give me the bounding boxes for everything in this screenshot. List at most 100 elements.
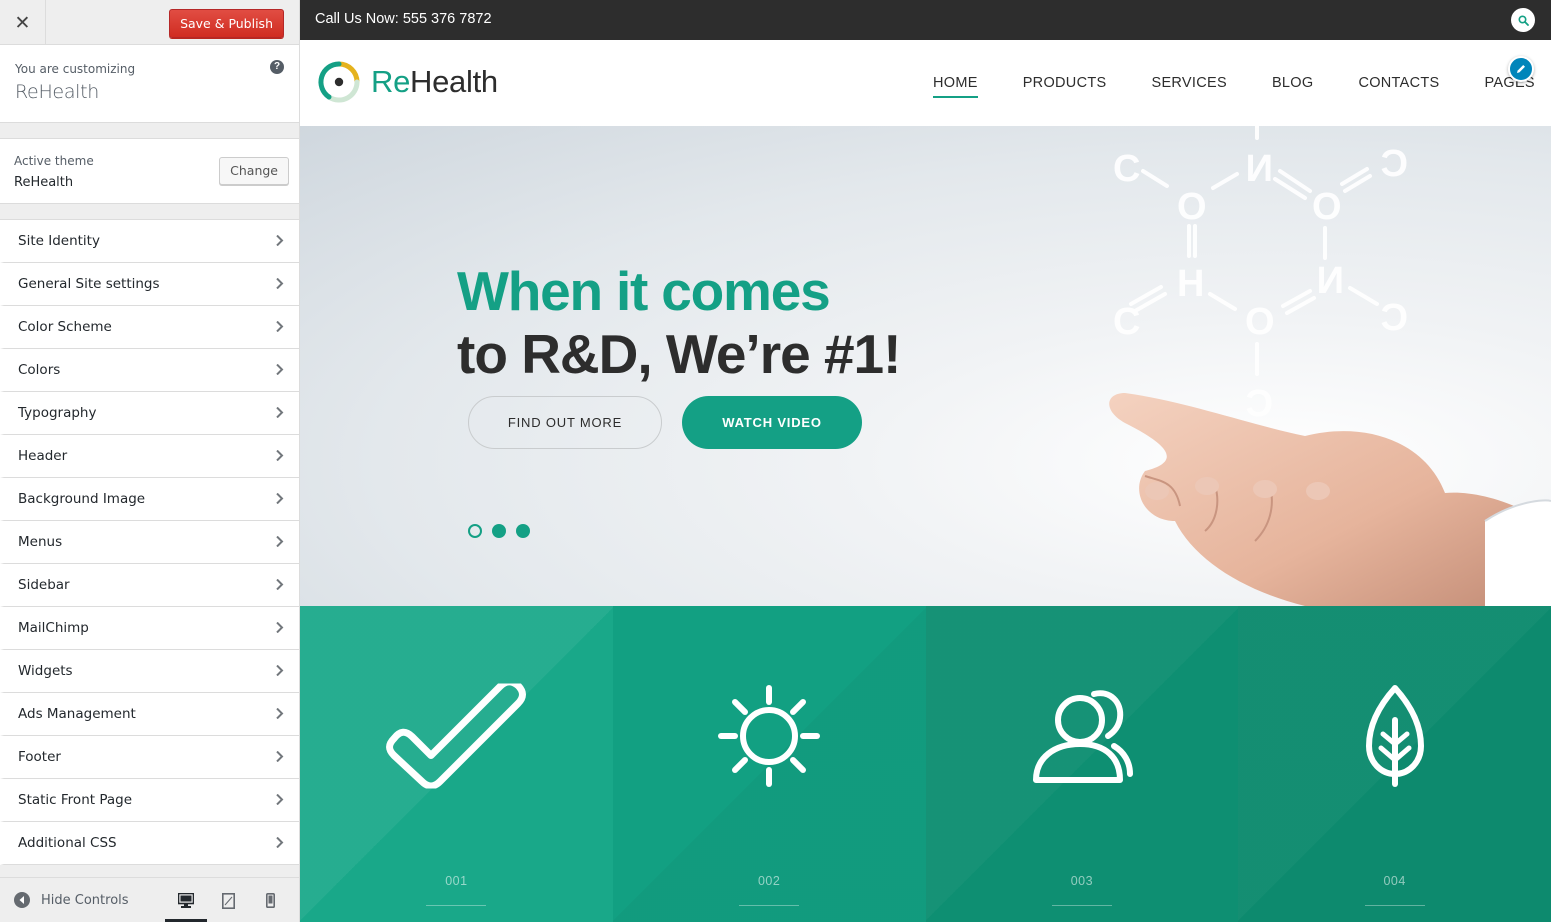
feature-item[interactable]: 002 (612, 606, 926, 922)
logo-text: ReHealth (371, 64, 498, 99)
customizer-section-item[interactable]: MailChimp (0, 607, 299, 650)
hero-heading-line2: to R&D, We’re #1! (457, 323, 901, 385)
desktop-icon (178, 893, 194, 908)
svg-text:C: C (1113, 148, 1140, 190)
slider-dot[interactable] (492, 524, 506, 538)
tablet-icon (221, 892, 235, 909)
site-preview: Call Us Now: 555 376 7872 ReHealth HOME P… (300, 0, 1551, 922)
feature-number: 002 (757, 874, 781, 888)
customizer-section-label: MailChimp (18, 620, 89, 636)
desktop-preview-button[interactable] (165, 878, 207, 922)
chevron-right-icon (276, 794, 284, 805)
svg-text:O: O (1312, 186, 1342, 228)
feature-item[interactable]: 003 (925, 606, 1239, 922)
feature-item[interactable]: 004 (1238, 606, 1551, 922)
chevron-right-icon (276, 665, 284, 676)
customizer-sidebar: ✕ Save & Publish You are customizing ReH… (0, 0, 300, 922)
customizer-section-item[interactable]: Site Identity (0, 220, 299, 263)
hand-graphic (1109, 393, 1551, 606)
customizer-section-item[interactable]: Color Scheme (0, 306, 299, 349)
chevron-right-icon (276, 751, 284, 762)
customizing-label: You are customizing (15, 62, 136, 76)
site-header: ReHealth HOME PRODUCTS SERVICES BLOG CONTACT… (300, 40, 1551, 126)
logo-icon (318, 61, 360, 103)
customizer-section-item[interactable]: Header (0, 435, 299, 478)
collapse-arrow-icon[interactable] (14, 892, 30, 908)
chevron-right-icon (276, 407, 284, 418)
search-icon[interactable] (1511, 8, 1535, 32)
customizer-section-item[interactable]: Background Image (0, 478, 299, 521)
checkmark-icon (386, 683, 527, 789)
svg-text:N: N (1246, 148, 1273, 190)
chevron-right-icon (276, 235, 284, 246)
customizer-section-item[interactable]: Static Front Page (0, 779, 299, 822)
customizer-footer: Hide Controls (0, 877, 299, 922)
customizer-section-item[interactable]: Widgets (0, 650, 299, 693)
site-logo[interactable]: ReHealth (317, 60, 498, 104)
svg-text:O: O (1177, 186, 1207, 228)
customizer-section-label: Background Image (18, 491, 146, 507)
customizer-section-label: General Site settings (18, 276, 160, 292)
tablet-preview-button[interactable] (207, 878, 249, 922)
svg-text:C: C (1113, 301, 1140, 343)
customizer-section-item[interactable]: Colors (0, 349, 299, 392)
chevron-right-icon (276, 536, 284, 547)
customizer-info: You are customizing ReHealth ? (0, 45, 299, 123)
chevron-right-icon (276, 622, 284, 633)
chevron-right-icon (276, 579, 284, 590)
close-icon[interactable]: ✕ (0, 0, 46, 45)
hero-slider: C N C O O H N C O C C When it comes to R… (300, 126, 1551, 606)
nav-item-products[interactable]: PRODUCTS (1023, 75, 1107, 91)
svg-text:H: H (1177, 263, 1204, 305)
nav-item-services[interactable]: SERVICES (1151, 75, 1226, 91)
user-icon (1032, 690, 1133, 783)
customizer-section-label: Sidebar (18, 577, 70, 593)
slider-dot[interactable] (516, 524, 530, 538)
call-us-text: Call Us Now: 555 376 7872 (315, 11, 492, 27)
chevron-right-icon (276, 708, 284, 719)
customizer-section-label: Color Scheme (18, 319, 112, 335)
customizer-section-label: Footer (18, 749, 61, 765)
nav-item-blog[interactable]: BLOG (1272, 75, 1314, 91)
chevron-right-icon (276, 321, 284, 332)
find-out-more-button[interactable]: FIND OUT MORE (468, 396, 662, 449)
help-icon[interactable]: ? (270, 60, 284, 74)
main-nav: HOME PRODUCTS SERVICES BLOG CONTACTS PAGES (933, 75, 1551, 98)
customizer-section-label: Menus (18, 534, 63, 550)
watch-video-button[interactable]: WATCH VIDEO (682, 396, 862, 449)
save-publish-button[interactable]: Save & Publish (169, 9, 284, 38)
chevron-right-icon (276, 278, 284, 289)
customizer-section-item[interactable]: Ads Management (0, 693, 299, 736)
slider-dot[interactable] (468, 524, 482, 538)
feature-divider (1364, 905, 1425, 906)
customizer-section-label: Colors (18, 362, 61, 378)
svg-text:O: O (1245, 301, 1275, 343)
mobile-icon (265, 893, 275, 908)
customizer-section-item[interactable]: Additional CSS (0, 822, 299, 865)
customizer-section-label: Static Front Page (18, 792, 133, 808)
feature-item[interactable]: 001 (300, 606, 613, 922)
customizer-section-item[interactable]: Footer (0, 736, 299, 779)
customizer-section-item[interactable]: Sidebar (0, 564, 299, 607)
customizer-section-label: Additional CSS (18, 835, 117, 851)
chevron-right-icon (276, 493, 284, 504)
nav-item-contacts[interactable]: CONTACTS (1358, 75, 1439, 91)
svg-text:C: C (1381, 297, 1408, 339)
change-theme-button[interactable]: Change (219, 157, 289, 185)
svg-text:N: N (1317, 260, 1344, 302)
hide-controls-button[interactable]: Hide Controls (41, 893, 129, 908)
customizer-sections: Site Identity General Site settings Color … (0, 219, 299, 865)
feature-number: 004 (1383, 874, 1406, 888)
customizer-section-item[interactable]: Menus (0, 521, 299, 564)
customizer-section-item[interactable]: Typography (0, 392, 299, 435)
features-row: 001 002 003 004 (300, 606, 1551, 922)
nav-item-home[interactable]: HOME (933, 75, 978, 98)
customizer-section-label: Ads Management (18, 706, 136, 722)
mobile-preview-button[interactable] (249, 878, 291, 922)
edit-shortcut-pencil-icon[interactable] (1508, 56, 1534, 82)
leaf-icon (1365, 685, 1424, 787)
feature-number: 001 (445, 874, 468, 888)
customizer-section-item[interactable]: General Site settings (0, 263, 299, 306)
feature-divider (739, 905, 800, 906)
feature-number: 003 (1070, 874, 1094, 888)
